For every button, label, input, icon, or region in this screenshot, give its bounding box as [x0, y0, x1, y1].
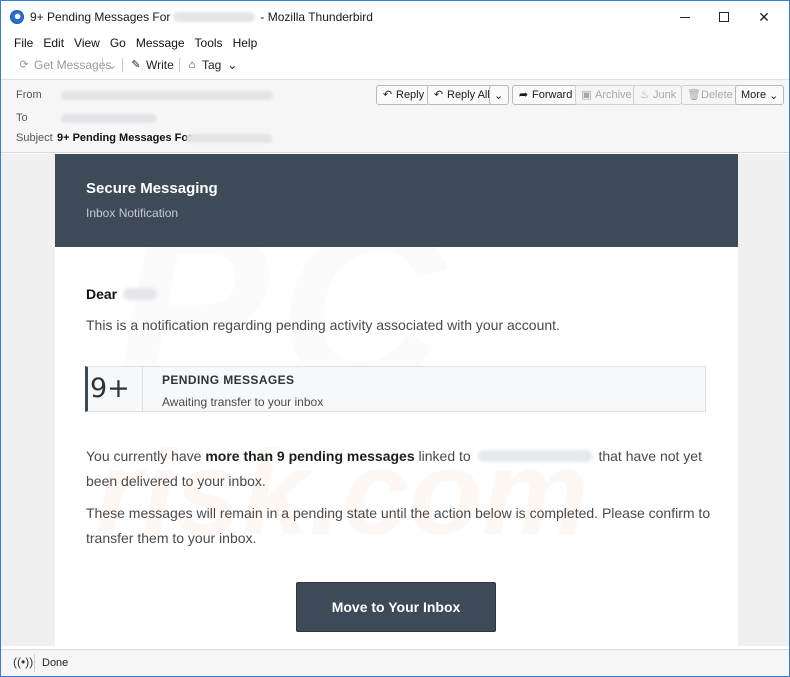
reply-icon: ↶ [382, 89, 393, 101]
body-text-1: You currently have [86, 448, 206, 464]
thunderbird-window: 9+ Pending Messages For - Mozilla Thunder… [0, 0, 790, 677]
status-text: Done [42, 657, 69, 669]
get-messages-button[interactable]: ⟳ Get Messages [18, 56, 111, 74]
menu-edit[interactable]: Edit [43, 36, 64, 50]
junk-label: Junk [653, 89, 677, 101]
tag-icon: ⌂ [188, 59, 196, 71]
body-paragraph-1: You currently have more than 9 pending m… [86, 444, 716, 494]
reply-label: Reply [396, 89, 425, 101]
get-messages-label: Get Messages [34, 58, 112, 72]
from-label: From [16, 89, 42, 101]
menu-bar: File Edit View Go Message Tools Help [1, 33, 789, 53]
more-button[interactable]: More ⌄ [735, 85, 785, 105]
trash-icon: 🗑 [687, 89, 701, 101]
window-title-prefix: 9+ Pending Messages For [30, 10, 171, 24]
toolbar-divider [122, 58, 123, 72]
delete-button[interactable]: 🗑 Delete [681, 85, 739, 105]
status-divider [34, 654, 35, 672]
forward-icon: ➦ [518, 89, 529, 101]
title-bar: 9+ Pending Messages For - Mozilla Thunder… [1, 1, 789, 33]
window-title-suffix: - Mozilla Thunderbird [260, 10, 373, 24]
reply-all-button[interactable]: ↶ Reply All [427, 85, 496, 105]
redacted-subject-recipient [186, 134, 272, 143]
reply-button[interactable]: ↶ Reply [376, 85, 431, 105]
thunderbird-app-icon [10, 10, 24, 24]
archive-label: Archive [595, 89, 632, 101]
main-toolbar: ⟳ Get Messages ⌄ ✎ Write ⌂ Tag ⌄ [1, 54, 789, 76]
move-to-inbox-button[interactable]: Move to Your Inbox [296, 582, 496, 632]
menu-message[interactable]: Message [136, 36, 185, 50]
toolbar-divider [179, 58, 180, 72]
archive-button[interactable]: ▣ Archive [575, 85, 638, 105]
toolbar-divider [102, 58, 103, 72]
subject-text: 9+ Pending Messages For [57, 132, 193, 144]
chevron-down-icon: ⌄ [107, 58, 118, 72]
menu-tools[interactable]: Tools [195, 36, 223, 50]
greeting-text: Dear [86, 286, 118, 302]
menu-help[interactable]: Help [233, 36, 258, 50]
forward-button[interactable]: ➦ Forward [512, 85, 579, 105]
redacted-recipient-title [173, 12, 256, 22]
close-icon: ✕ [758, 8, 770, 25]
archive-icon: ▣ [581, 89, 592, 101]
message-body-pane[interactable]: PC risk.com Secure Messaging Inbox Notif… [1, 154, 789, 646]
email-banner: Secure Messaging Inbox Notification [55, 154, 738, 247]
write-label: Write [146, 58, 174, 72]
reply-all-label: Reply All [447, 89, 490, 101]
minimize-icon [680, 16, 690, 18]
reply-all-icon: ↶ [433, 89, 444, 101]
subject-label: Subject [16, 132, 53, 144]
to-label: To [16, 112, 28, 124]
write-button[interactable]: ✎ Write [130, 56, 174, 74]
email-card: PC risk.com Secure Messaging Inbox Notif… [55, 154, 738, 646]
sync-icon: ⟳ [19, 59, 29, 71]
banner-subtitle: Inbox Notification [86, 206, 179, 220]
delete-label: Delete [701, 89, 733, 101]
pending-subtitle: Awaiting transfer to your inbox [162, 395, 324, 409]
body-paragraph-2: These messages will remain in a pending … [86, 505, 711, 546]
greeting: Dear [86, 286, 158, 302]
body-bold-text: more than 9 pending messages [205, 448, 415, 464]
status-bar: ((•)) Done [1, 649, 789, 676]
redacted-name [123, 288, 158, 300]
reply-all-dropdown[interactable]: ⌄ [489, 85, 509, 105]
menu-go[interactable]: Go [110, 36, 126, 50]
banner-title: Secure Messaging [86, 180, 218, 197]
junk-button[interactable]: ♨ Junk [633, 85, 683, 105]
get-messages-dropdown[interactable]: ⌄ [107, 56, 117, 74]
close-button[interactable]: ✕ [741, 1, 787, 33]
maximize-icon [719, 12, 729, 22]
pending-divider [142, 367, 143, 411]
tag-label: Tag [202, 58, 222, 72]
flame-icon: ♨ [639, 89, 650, 101]
menu-file[interactable]: File [14, 36, 33, 50]
tag-button[interactable]: ⌂ Tag ⌄ [186, 56, 238, 74]
intro-paragraph: This is a notification regarding pending… [86, 317, 560, 333]
redacted-email-address [477, 450, 592, 462]
chevron-down-icon: ⌄ [494, 89, 504, 102]
redacted-recipient [61, 114, 157, 123]
pending-count: 9+ [90, 373, 130, 404]
window-title: 9+ Pending Messages For - Mozilla Thunder… [30, 10, 373, 24]
message-header-pane: From To Subject 9+ Pending Messages For … [1, 79, 789, 153]
body-text-2: linked to [414, 448, 475, 464]
pending-messages-box: 9+ PENDING MESSAGES Awaiting transfer to… [85, 366, 706, 412]
forward-label: Forward [532, 89, 573, 101]
pending-title: PENDING MESSAGES [162, 373, 295, 387]
pencil-icon: ✎ [131, 59, 141, 71]
more-label: More [741, 89, 767, 101]
menu-view[interactable]: View [74, 36, 100, 50]
chevron-down-icon: ⌄ [769, 89, 779, 102]
activity-icon[interactable]: ((•)) [13, 655, 33, 669]
redacted-sender [61, 91, 273, 100]
subject-value: 9+ Pending Messages For [57, 132, 192, 144]
chevron-down-icon: ⌄ [227, 58, 238, 72]
